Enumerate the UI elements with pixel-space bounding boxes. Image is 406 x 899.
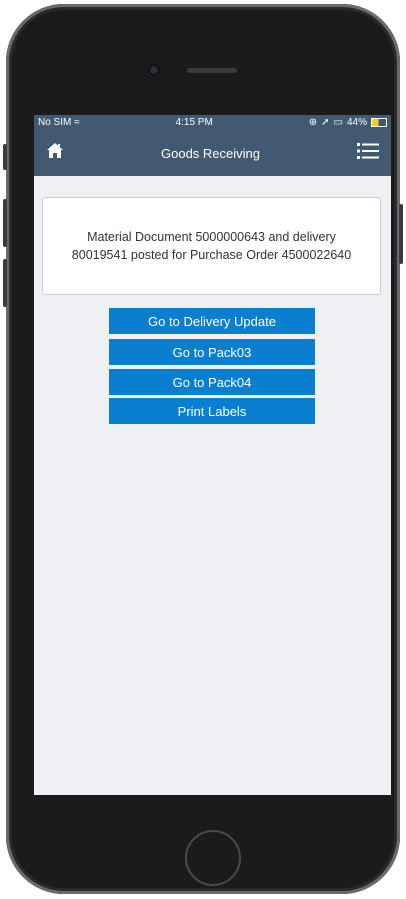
- home-icon[interactable]: [46, 142, 64, 164]
- earpiece-speaker: [187, 68, 237, 73]
- go-to-delivery-update-button[interactable]: Go to Delivery Update: [109, 308, 315, 334]
- navigation-icon: ➚: [321, 117, 330, 128]
- app-screen: No SIM ≈ 4:15 PM ⊕ ➚ ▭ 44% Goods Receivi…: [34, 115, 391, 795]
- status-message: Material Document 5000000643 and deliver…: [42, 197, 381, 295]
- location-icon: ⊕: [308, 117, 318, 128]
- go-to-pack03-button[interactable]: Go to Pack03: [109, 339, 315, 365]
- message-line-1: Material Document 5000000643 and deliver…: [87, 230, 336, 244]
- message-line-2: 80019541 posted for Purchase Order 45000…: [71, 248, 352, 262]
- print-labels-button[interactable]: Print Labels: [109, 398, 315, 424]
- battery-icon: [371, 118, 387, 127]
- front-camera: [148, 64, 160, 76]
- go-to-pack04-button[interactable]: Go to Pack04: [109, 369, 315, 395]
- volume-up-button: [3, 199, 7, 247]
- navigation-bar: Goods Receiving: [34, 130, 391, 176]
- clock: 4:15 PM: [175, 117, 213, 128]
- screen-icon: ▭: [333, 117, 343, 128]
- mute-switch: [3, 144, 7, 170]
- status-bar: No SIM ≈ 4:15 PM ⊕ ➚ ▭ 44%: [34, 115, 391, 130]
- battery-percent: 44%: [346, 117, 367, 128]
- carrier-label: No SIM ≈: [38, 117, 80, 128]
- wifi-icon: ≈: [74, 117, 80, 128]
- volume-down-button: [3, 259, 7, 307]
- power-button: [399, 204, 403, 264]
- page-title: Goods Receiving: [161, 145, 260, 161]
- list-menu-icon[interactable]: [357, 142, 379, 165]
- home-button[interactable]: [185, 830, 241, 886]
